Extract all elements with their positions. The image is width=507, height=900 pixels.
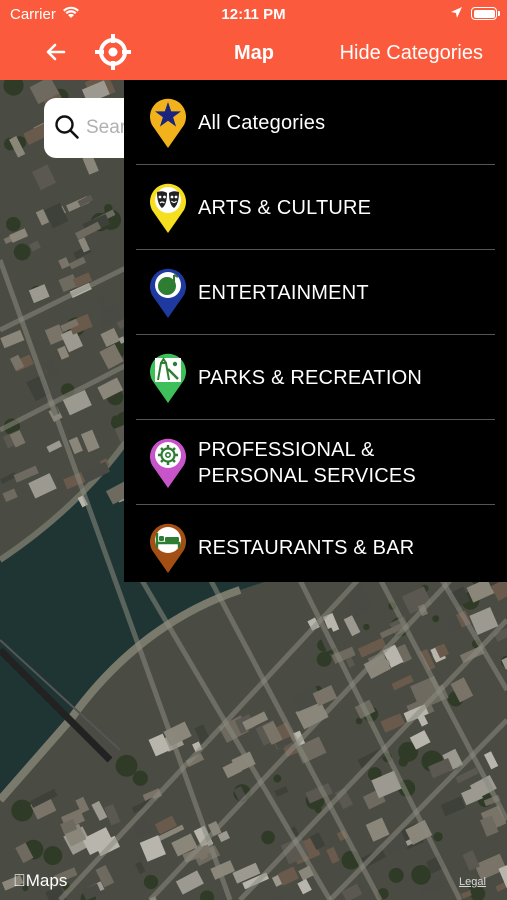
gear-icon — [150, 438, 186, 488]
map-tree — [132, 770, 148, 786]
music-note-icon — [150, 268, 186, 318]
category-label: PARKS & RECREATION — [198, 366, 423, 389]
status-bar: Carrier 12:11 PM — [0, 0, 507, 28]
map-tree — [43, 846, 63, 866]
theater-masks-icon — [150, 183, 186, 233]
map-tree — [388, 867, 404, 883]
bed-icon — [150, 523, 186, 573]
category-label: All Categories — [198, 111, 326, 134]
maps-attribution: Maps — [13, 871, 67, 891]
category-parks-recreation[interactable]: PARKS & RECREATION — [136, 335, 495, 420]
category-label: ENTERTAINMENT — [198, 281, 369, 304]
category-label-line-2: PERSONAL SERVICES — [198, 464, 416, 487]
navigation-bar: Carrier 12:11 PM Map Hide Categories — [0, 0, 507, 80]
category-professional-services[interactable]: PROFESSIONAL & PERSONAL SERVICES — [136, 420, 495, 505]
map-tree — [6, 216, 21, 232]
category-entertainment[interactable]: ENTERTAINMENT — [136, 250, 495, 335]
map-tree — [363, 623, 370, 631]
crosshair-icon — [95, 34, 131, 70]
category-label: RESTAURANTS & BAR — [198, 536, 415, 559]
category-arts-culture[interactable]: ARTS & CULTURE — [136, 165, 495, 250]
map-tree — [411, 864, 431, 885]
map-tree — [143, 874, 159, 890]
star-icon — [150, 98, 186, 148]
status-time: 12:11 PM — [221, 6, 286, 23]
map-tree — [273, 774, 282, 783]
search-icon — [55, 115, 79, 139]
location-arrow-icon — [450, 6, 463, 23]
locate-me-button[interactable] — [94, 33, 132, 71]
categories-dropdown: All Categories ARTS & CULTURE ENTERTAINM… — [124, 80, 507, 582]
map-tree — [432, 615, 440, 623]
hide-categories-button[interactable]: Hide Categories — [340, 42, 483, 65]
map-tree — [261, 830, 275, 845]
category-label-line-1: PROFESSIONAL & — [198, 438, 375, 461]
category-restaurants-bar[interactable]: RESTAURANTS & BAR — [136, 505, 495, 590]
map-tree — [13, 243, 31, 261]
battery-icon — [471, 7, 497, 20]
map-tree — [11, 799, 34, 822]
map-tree — [111, 415, 120, 423]
apple-logo-icon:  — [13, 871, 26, 890]
map-tree — [398, 757, 409, 767]
category-all[interactable]: All Categories — [136, 80, 495, 165]
page-title: Map — [234, 42, 274, 64]
map-tree — [115, 754, 138, 777]
maps-attribution-text: Maps — [13, 871, 68, 890]
battery-cap — [498, 11, 500, 16]
map-tree — [355, 717, 363, 725]
back-button[interactable] — [40, 36, 72, 68]
map-tree — [433, 832, 443, 842]
arrow-left-icon — [46, 43, 66, 61]
category-label: PROFESSIONAL & PERSONAL SERVICES — [198, 420, 416, 505]
category-label: ARTS & CULTURE — [198, 196, 372, 219]
playground-icon — [150, 353, 186, 403]
legal-link[interactable]: Legal — [459, 876, 486, 888]
map-tree — [316, 651, 332, 667]
